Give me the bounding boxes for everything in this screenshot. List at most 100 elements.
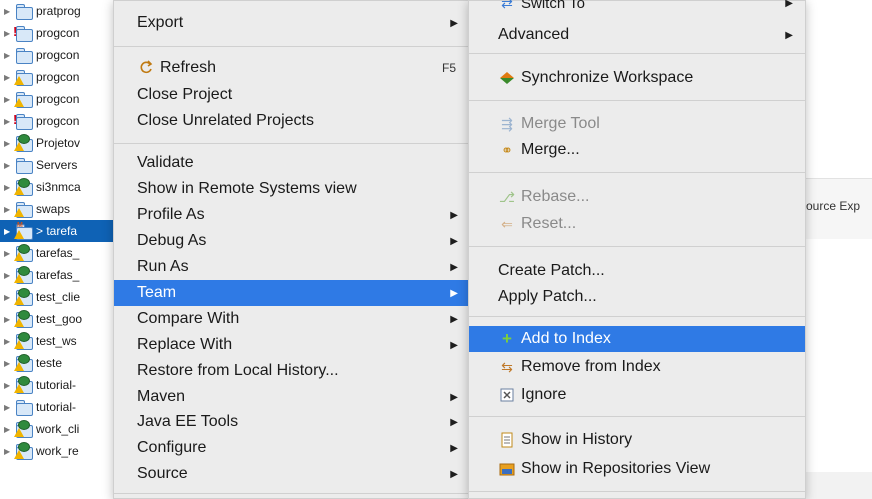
tree-item[interactable]: ▶! progcon [0, 110, 118, 132]
menu-item-label: Debug As [137, 232, 207, 249]
menu-item-label: Synchronize Workspace [521, 69, 694, 86]
tree-item[interactable]: ▶ progcon [0, 44, 118, 66]
submenu-arrow-icon: ▶ [450, 17, 458, 29]
menu-separator [114, 46, 470, 47]
menu-item-label: Switch To [521, 0, 585, 12]
menu-item-create-patch[interactable]: Create Patch... [469, 258, 805, 284]
tree-item[interactable]: ▶ work_re [0, 440, 118, 462]
expand-arrow-icon[interactable]: ▶ [4, 73, 14, 82]
rebase-icon: ⎇ [498, 188, 516, 205]
expand-arrow-icon[interactable]: ▶ [4, 315, 14, 324]
menu-item-restore-from-local-history[interactable]: Restore from Local History... [114, 358, 470, 384]
expand-arrow-icon[interactable]: ▶ [4, 293, 14, 302]
remove-icon: ⇆ [501, 358, 513, 375]
folder-warning-icon [14, 69, 33, 86]
tree-item[interactable]: ▶ si3nmca [0, 176, 118, 198]
tree-item[interactable]: ▶ swaps [0, 198, 118, 220]
expand-arrow-icon[interactable]: ▶ [4, 161, 14, 170]
expand-arrow-icon[interactable]: ▶ [4, 51, 14, 60]
expand-arrow-icon[interactable]: ▶ [4, 249, 14, 258]
expand-arrow-icon[interactable]: ▶ [4, 95, 14, 104]
tree-item[interactable]: ▶ work_cli [0, 418, 118, 440]
menu-item-close-unrelated-projects[interactable]: Close Unrelated Projects [114, 108, 470, 134]
tree-item[interactable]: ▶ test_goo [0, 308, 118, 330]
expand-arrow-icon[interactable]: ▶ [4, 359, 14, 368]
expand-arrow-icon[interactable]: ▶ [4, 425, 14, 434]
expand-arrow-icon[interactable]: ▶ [4, 381, 14, 390]
tree-item-label: Servers [36, 158, 78, 172]
expand-arrow-icon[interactable]: ▶ [4, 403, 14, 412]
tree-item-label: > tarefa [36, 224, 78, 238]
expand-arrow-icon[interactable]: ▶ [4, 227, 14, 236]
menu-item-refresh[interactable]: Refresh F5 [114, 55, 470, 81]
menu-item-switch-to[interactable]: ⇄ Switch To ▶ [469, 0, 805, 12]
folder-warning-icon [14, 91, 33, 108]
menu-item-ignore[interactable]: Ignore [469, 382, 805, 408]
menu-item-merge-tool[interactable]: ⇶ Merge Tool [469, 111, 805, 137]
expand-arrow-icon[interactable]: ▶ [4, 271, 14, 280]
expand-arrow-icon[interactable]: ▶ [4, 447, 14, 456]
menu-item-add-to-index[interactable]: + Add to Index [469, 326, 805, 352]
folder-icon [15, 157, 33, 174]
menu-item-profile-as[interactable]: Profile As ▶ [114, 202, 470, 228]
menu-item-run-as[interactable]: Run As ▶ [114, 254, 470, 280]
tree-item[interactable]: ▶ Projetov [0, 132, 118, 154]
menu-item-validate[interactable]: Validate [114, 150, 470, 176]
tree-item[interactable]: ▶ progcon [0, 66, 118, 88]
tree-item[interactable]: ▶ teste [0, 352, 118, 374]
menu-item-show-in-remote-systems[interactable]: Show in Remote Systems view [114, 176, 470, 202]
menu-item-synchronize-workspace[interactable]: Synchronize Workspace [469, 65, 805, 91]
tree-item[interactable]: ▶ Servers [0, 154, 118, 176]
merge-icon: ⚭ [501, 141, 513, 158]
tree-item-label: swaps [36, 202, 71, 216]
tree-item[interactable]: ▶! progcon [0, 22, 118, 44]
tree-item[interactable]: ▶ tarefas_ [0, 242, 118, 264]
menu-item-label: Restore from Local History... [137, 362, 339, 379]
menu-item-compare-with[interactable]: Compare With ▶ [114, 306, 470, 332]
tree-item[interactable]: ▶ progcon [0, 88, 118, 110]
folder-warning-icon [14, 201, 33, 218]
submenu-arrow-icon: ▶ [450, 442, 458, 454]
reset-icon: ⇐ [501, 215, 513, 232]
tree-item-label: tarefas_ [36, 246, 80, 260]
menu-item-export[interactable]: Export ▶ [114, 10, 470, 36]
submenu-arrow-icon: ▶ [450, 235, 458, 247]
menu-separator [114, 143, 470, 144]
menu-item-java-ee-tools[interactable]: Java EE Tools ▶ [114, 409, 470, 435]
tree-item[interactable]: ▶ pratprog [0, 0, 118, 22]
expand-arrow-icon[interactable]: ▶ [4, 139, 14, 148]
tree-item[interactable]: ▶ test_clie [0, 286, 118, 308]
refresh-shortcut: F5 [441, 61, 456, 75]
menu-item-label: Profile As [137, 206, 205, 223]
tree-item[interactable]: ▶ tarefas_ [0, 264, 118, 286]
expand-arrow-icon[interactable]: ▶ [4, 7, 14, 16]
expand-arrow-icon[interactable]: ▶ [4, 183, 14, 192]
menu-item-source[interactable]: Source ▶ [114, 461, 470, 487]
menu-item-debug-as[interactable]: Debug As ▶ [114, 228, 470, 254]
menu-item-apply-patch[interactable]: Apply Patch... [469, 284, 805, 310]
menu-item-merge[interactable]: ⚭ Merge... [469, 137, 805, 163]
expand-arrow-icon[interactable]: ▶ [4, 337, 14, 346]
menu-item-remove-from-index[interactable]: ⇆ Remove from Index [469, 354, 805, 380]
menu-separator [469, 491, 805, 492]
menu-item-replace-with[interactable]: Replace With ▶ [114, 332, 470, 358]
menu-item-show-in-repositories-view[interactable]: Show in Repositories View [469, 456, 805, 482]
menu-item-label: Create Patch... [498, 262, 605, 279]
tree-item[interactable]: ▶ tutorial- [0, 396, 118, 418]
web-project-icon [14, 376, 33, 394]
menu-item-reset[interactable]: ⇐ Reset... [469, 211, 805, 237]
tree-item[interactable]: ▶ M > tarefa [0, 220, 118, 242]
menu-item-rebase[interactable]: ⎇ Rebase... [469, 184, 805, 210]
menu-item-advanced[interactable]: Advanced ▶ [469, 22, 805, 48]
menu-item-maven[interactable]: Maven ▶ [114, 384, 470, 410]
tree-item[interactable]: ▶ test_ws [0, 330, 118, 352]
menu-item-label: Maven [137, 388, 186, 405]
menu-item-show-in-history[interactable]: Show in History [469, 427, 805, 453]
expand-arrow-icon[interactable]: ▶ [4, 205, 14, 214]
menu-item-close-project[interactable]: Close Project [114, 82, 470, 108]
menu-item-configure[interactable]: Configure ▶ [114, 435, 470, 461]
menu-item-label: Show in History [521, 431, 633, 448]
menu-item-team[interactable]: Team ▶ [114, 280, 470, 306]
context-menu: Export ▶ Refresh F5 Close Project Close … [113, 0, 471, 499]
tree-item[interactable]: ▶ tutorial- [0, 374, 118, 396]
